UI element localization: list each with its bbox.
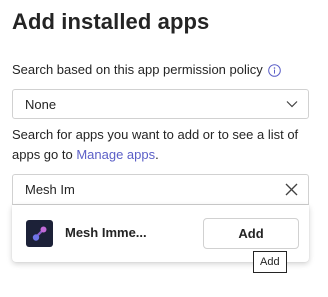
help-text: Search for apps you want to add or to se… <box>12 125 312 165</box>
chevron-down-icon <box>286 101 298 108</box>
app-search-box <box>12 174 309 205</box>
policy-label-row: Search based on this app permission poli… <box>12 62 281 77</box>
mesh-app-icon <box>26 220 53 247</box>
permission-policy-dropdown[interactable]: None <box>12 89 309 119</box>
info-icon[interactable] <box>267 63 281 77</box>
policy-label: Search based on this app permission poli… <box>12 62 263 77</box>
app-search-input[interactable] <box>25 175 285 204</box>
add-installed-apps-panel: Add installed apps Search based on this … <box>0 0 328 297</box>
page-title: Add installed apps <box>12 9 210 34</box>
dropdown-selected-value: None <box>25 96 57 112</box>
manage-apps-link[interactable]: Manage apps <box>76 147 155 162</box>
close-icon[interactable] <box>285 183 298 196</box>
app-name: Mesh Imme... <box>65 225 147 240</box>
add-tooltip: Add <box>253 251 287 273</box>
add-button[interactable]: Add <box>203 218 299 249</box>
help-text-end: . <box>155 147 159 162</box>
